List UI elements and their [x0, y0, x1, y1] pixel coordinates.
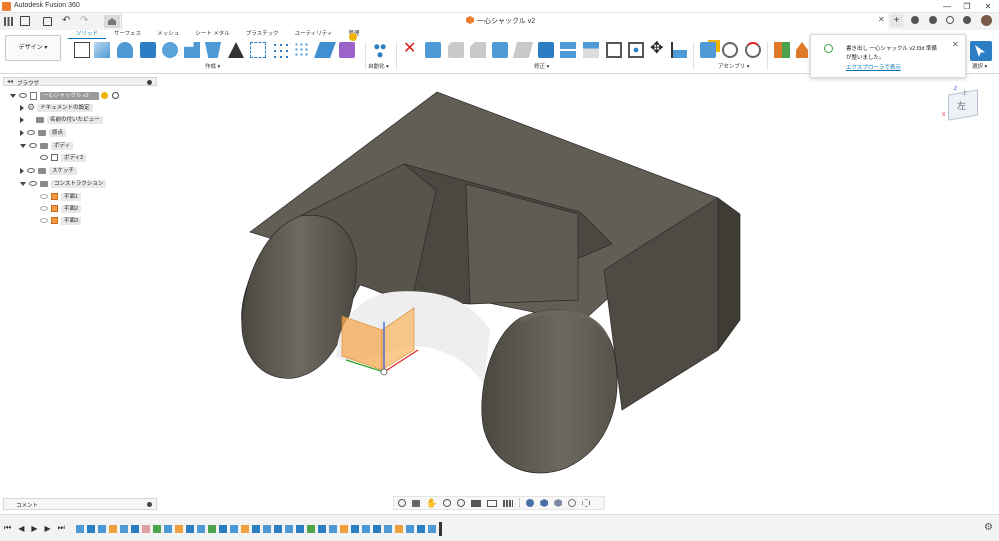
timeline-feature-icon[interactable] [153, 525, 161, 533]
navigation-bar: ✋ [393, 496, 605, 510]
cube-shaded-icon[interactable] [540, 499, 549, 507]
timeline-feature-icon[interactable] [274, 525, 282, 533]
viewcube-face-label: 左 [957, 101, 967, 111]
timeline-start-icon[interactable]: ⏮ [4, 523, 11, 533]
timeline-settings-gear-icon[interactable]: ⚙ [984, 522, 993, 533]
timeline-bar: ⏮ ◀ ▶ ▶ ⏭ ⚙ [0, 514, 999, 541]
timeline-feature-icon[interactable] [329, 525, 337, 533]
environment-icon[interactable] [568, 499, 577, 507]
timeline-feature-icon[interactable] [197, 525, 205, 533]
timeline-feature-icon[interactable] [142, 525, 150, 533]
timeline-end-icon[interactable]: ⏭ [58, 523, 65, 533]
timeline-feature-icon[interactable] [98, 525, 106, 533]
viewcube-x-label: X [942, 112, 946, 118]
origin-point[interactable] [380, 368, 388, 376]
timeline-feature-icon[interactable] [307, 525, 315, 533]
timeline-feature-icon[interactable] [131, 525, 139, 533]
timeline-feature-icon[interactable] [362, 525, 370, 533]
timeline-feature-icon[interactable] [285, 525, 293, 533]
timeline-feature-icon[interactable] [76, 525, 84, 533]
nav-separator [519, 498, 521, 508]
viewports-icon[interactable] [503, 499, 514, 507]
viewcube-z-label: Z [954, 86, 958, 92]
timeline-prev-icon[interactable]: ◀ [18, 524, 24, 533]
timeline-feature-icon[interactable] [219, 525, 227, 533]
timeline-feature-icon[interactable] [164, 525, 172, 533]
timeline-feature-icon[interactable] [428, 525, 436, 533]
timeline-features [76, 522, 442, 536]
viewcube-top-label: 上 [962, 90, 968, 96]
timeline-feature-icon[interactable] [318, 525, 326, 533]
timeline-feature-icon[interactable] [175, 525, 183, 533]
timeline-play-icon[interactable]: ▶ [31, 524, 37, 533]
grid-settings-icon[interactable] [487, 499, 498, 507]
timeline-feature-icon[interactable] [120, 525, 128, 533]
timeline-feature-icon[interactable] [296, 525, 304, 533]
timeline-feature-icon[interactable] [87, 525, 95, 533]
wireframe-icon[interactable] [582, 499, 591, 507]
comments-label: コメント [16, 503, 39, 509]
timeline-feature-icon[interactable] [384, 525, 392, 533]
display-settings-icon[interactable] [471, 499, 482, 507]
timeline-feature-icon[interactable] [186, 525, 194, 533]
fusion-window: Autodesk Fusion 360 — ❐ ✕ ↶ ↷ 一心シャックル v2… [0, 0, 999, 541]
timeline-next-icon[interactable]: ▶ [45, 524, 51, 533]
timeline-feature-icon[interactable] [263, 525, 271, 533]
comments-add-icon[interactable] [147, 502, 152, 507]
viewcube[interactable]: 左 上 Z X [940, 86, 990, 126]
comments-panel[interactable]: コメント [3, 498, 157, 510]
zoom-icon[interactable] [443, 499, 452, 507]
model-right-side[interactable] [717, 197, 741, 352]
timeline-feature-icon[interactable] [241, 525, 249, 533]
look-at-icon[interactable] [412, 499, 420, 507]
timeline-feature-icon[interactable] [351, 525, 359, 533]
3d-viewport[interactable] [0, 0, 999, 541]
timeline-feature-icon[interactable] [395, 525, 403, 533]
pan-icon[interactable]: ✋ [426, 498, 437, 509]
zoom-window-icon[interactable] [457, 499, 466, 507]
timeline-feature-icon[interactable] [252, 525, 260, 533]
timeline-feature-icon[interactable] [208, 525, 216, 533]
timeline-feature-icon[interactable] [406, 525, 414, 533]
orbit-icon[interactable] [398, 499, 406, 507]
timeline-controls: ⏮ ◀ ▶ ▶ ⏭ [4, 523, 65, 533]
timeline-feature-icon[interactable] [373, 525, 381, 533]
model-right-arm[interactable] [481, 309, 618, 474]
visual-style-icon[interactable] [526, 499, 535, 507]
timeline-feature-icon[interactable] [417, 525, 425, 533]
timeline-marker[interactable] [439, 522, 442, 536]
cube-edges-icon[interactable] [554, 499, 563, 507]
timeline-feature-icon[interactable] [230, 525, 238, 533]
timeline-feature-icon[interactable] [109, 525, 117, 533]
timeline-feature-icon[interactable] [340, 525, 348, 533]
